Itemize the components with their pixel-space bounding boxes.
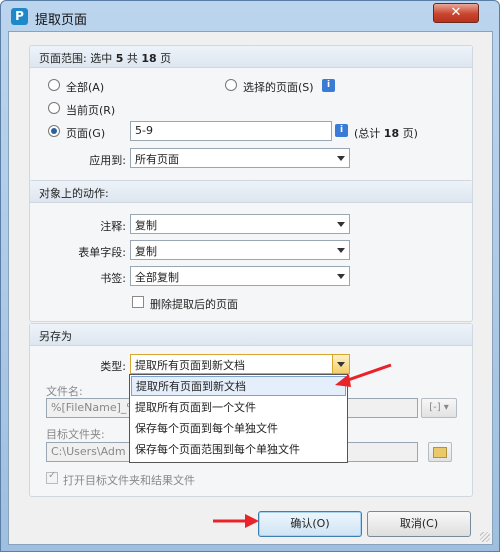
form-field-label: 表单字段: — [78, 246, 126, 259]
chevron-down-icon — [337, 274, 345, 279]
current-page-label: 当前页(R) — [66, 104, 116, 117]
save-as-header: 另存为 — [39, 330, 72, 343]
all-pages-label: 全部(A) — [66, 81, 105, 94]
annotation-arrow-icon — [335, 363, 392, 387]
dropdown-option[interactable]: 提取所有页面到新文档 — [131, 376, 346, 396]
dropdown-option[interactable]: 提取所有页面到一个文件 — [131, 398, 346, 418]
bookmark-select[interactable]: 全部复制 — [130, 266, 350, 286]
total-pages-note: (总计 18 页) — [354, 127, 418, 140]
type-label: 类型: — [100, 360, 126, 373]
apply-to-select[interactable]: 所有页面 — [130, 148, 350, 168]
bookmark-label: 书签: — [100, 272, 126, 285]
radio-all-pages[interactable] — [48, 79, 60, 91]
object-actions-group: 对象上的动作: 注释: 复制 表单字段: 复制 书签: 全部复制 删除提取后的页… — [29, 180, 473, 322]
cancel-button[interactable]: 取消(C) — [367, 511, 471, 537]
resize-grip-icon[interactable] — [480, 532, 490, 542]
dialog-body: 页面范围: 选中 5 共 18 页 全部(A) 选择的页面(S) i 当前页(R… — [8, 31, 493, 545]
app-logo-icon: P — [11, 8, 28, 25]
ok-button[interactable]: 确认(O) — [258, 511, 362, 537]
type-dropdown-list: 提取所有页面到新文档 提取所有页面到一个文件 保存每个页面到每个单独文件 保存每… — [129, 374, 348, 463]
dropdown-option[interactable]: 保存每个页面到每个单独文件 — [131, 419, 346, 439]
chevron-down-icon — [337, 156, 345, 161]
annotation-label: 注释: — [100, 220, 126, 233]
chevron-down-icon — [337, 248, 345, 253]
page-range-info-icon[interactable]: i — [335, 124, 348, 137]
open-folder-checkbox[interactable] — [46, 470, 58, 484]
annotation-select[interactable]: 复制 — [130, 214, 350, 234]
macro-icon: [-] — [429, 402, 441, 413]
delete-after-extract-checkbox[interactable] — [132, 296, 144, 308]
radio-selected-pages[interactable] — [225, 79, 237, 91]
selected-pages-label: 选择的页面(S) — [243, 81, 314, 94]
info-icon[interactable]: i — [322, 79, 335, 92]
close-button[interactable]: ✕ — [433, 3, 479, 23]
filename-macro-button[interactable]: [-] ▾ — [421, 398, 457, 418]
annotation-arrow-icon — [213, 514, 259, 528]
filename-label: 文件名: — [46, 385, 83, 398]
chevron-down-icon — [337, 222, 345, 227]
dropdown-option[interactable]: 保存每个页面范围到每个单独文件 — [131, 440, 346, 460]
form-field-select[interactable]: 复制 — [130, 240, 350, 260]
open-folder-label: 打开目标文件夹和结果文件 — [63, 474, 195, 487]
browse-folder-button[interactable] — [428, 442, 452, 462]
page-range-header: 页面范围: 选中 5 共 18 页 — [39, 52, 172, 65]
object-actions-header: 对象上的动作: — [39, 187, 109, 200]
target-folder-label: 目标文件夹: — [46, 428, 105, 441]
page-range-input[interactable]: 5-9 — [130, 121, 332, 141]
window-title: 提取页面 — [35, 13, 88, 28]
radio-current-page[interactable] — [48, 102, 60, 114]
title-bar[interactable]: P 提取页面 ✕ — [1, 1, 499, 31]
radio-page-range[interactable] — [48, 125, 60, 137]
folder-icon — [433, 447, 447, 458]
type-select[interactable]: 提取所有页面到新文档 — [130, 354, 350, 374]
apply-to-label: 应用到: — [89, 154, 126, 167]
page-range-group: 页面范围: 选中 5 共 18 页 全部(A) 选择的页面(S) i 当前页(R… — [29, 45, 473, 197]
page-range-label: 页面(G) — [66, 127, 106, 140]
dialog-window: P 提取页面 ✕ 页面范围: 选中 5 共 18 页 全部(A) 选择的页面(S… — [0, 0, 500, 552]
delete-after-extract-label: 删除提取后的页面 — [150, 298, 238, 311]
